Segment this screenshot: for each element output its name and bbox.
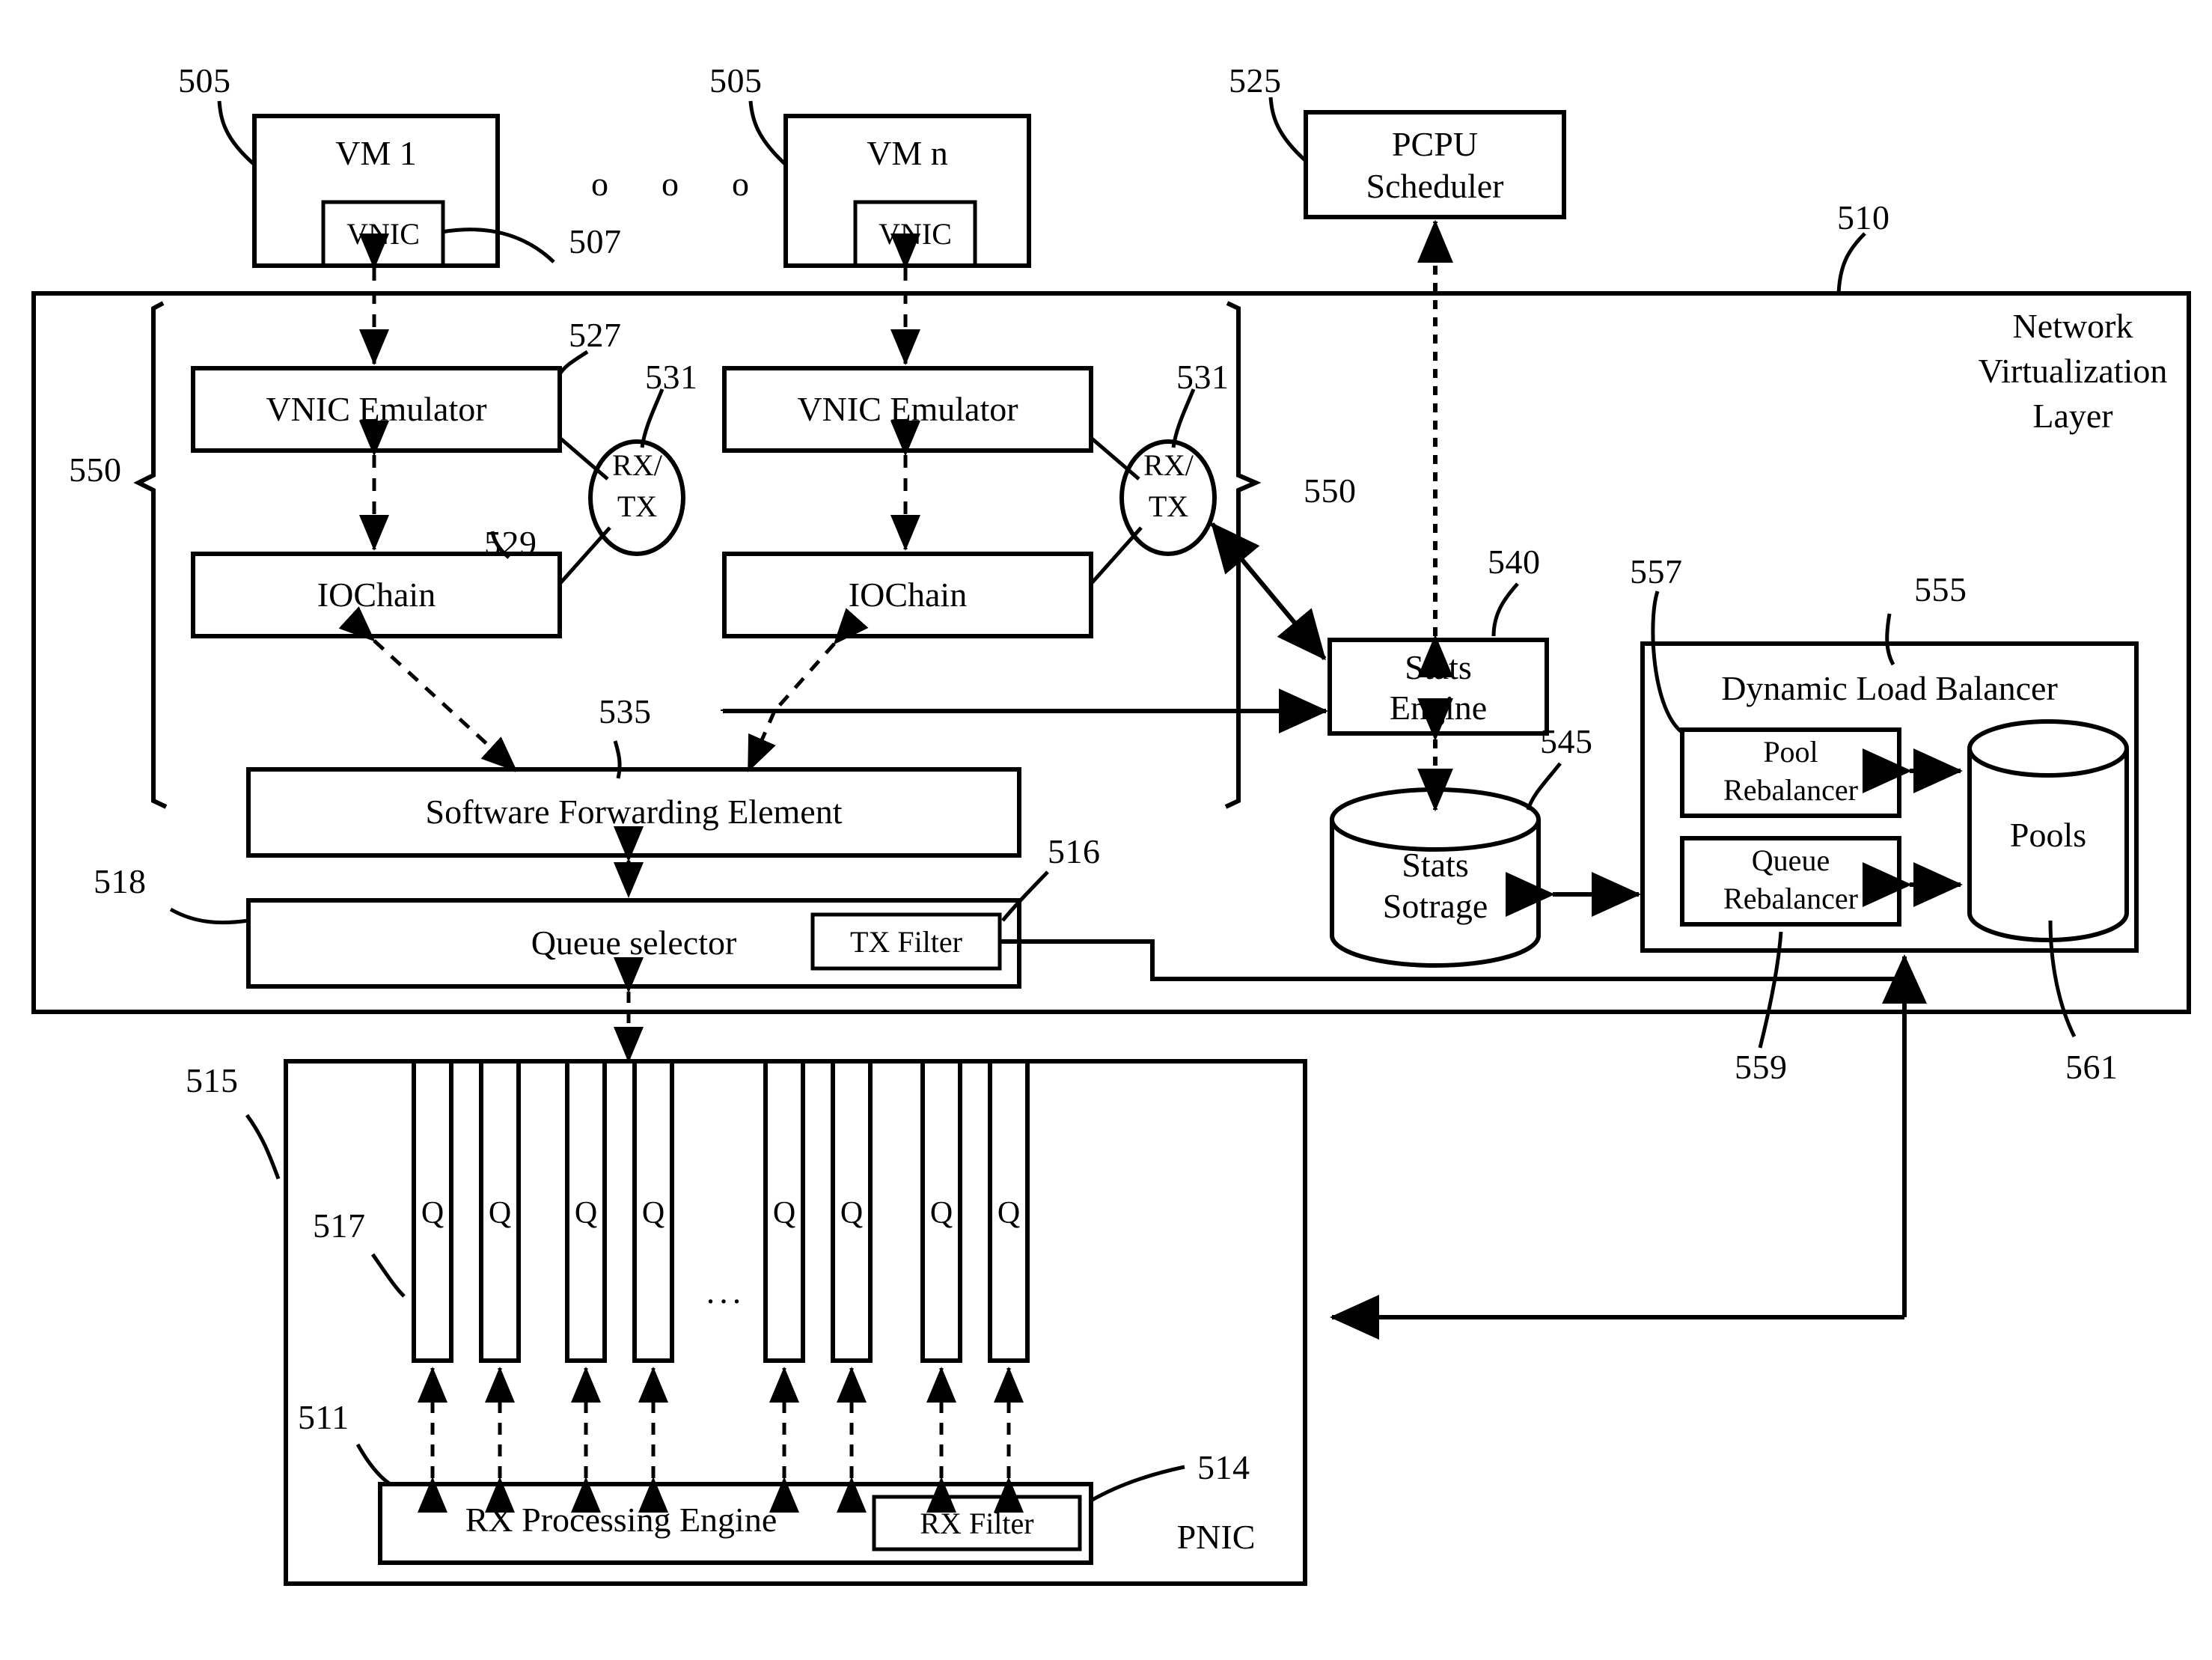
ref-531-rxtx-2: 531: [1176, 358, 1229, 396]
rxtx-1-line1: RX/: [612, 448, 662, 482]
rx-filter-label: RX Filter: [920, 1506, 1034, 1540]
queue-letter: Q: [421, 1196, 444, 1230]
vmn-vnic-label: VNIC: [879, 216, 952, 251]
ref-550-bracket-left: 550: [69, 451, 122, 489]
ref-507-vnic: 507: [569, 222, 622, 260]
nvl-title-line2: Virtualization: [1978, 352, 2168, 390]
pools-cylinder-top: [1967, 719, 2129, 778]
nvl-title-line1: Network: [2012, 307, 2133, 345]
iochain-1-label: IOChain: [317, 576, 436, 614]
queue-letter: Q: [840, 1196, 864, 1230]
queue-letter: Q: [772, 1196, 796, 1230]
ref-557-dlb-inner: 557: [1630, 552, 1683, 591]
vm1-vnic-label: VNIC: [346, 216, 420, 251]
rx-processing-engine-label: RX Processing Engine: [465, 1501, 777, 1539]
queue-letter: Q: [997, 1196, 1021, 1230]
ref-527-emulator: 527: [569, 316, 622, 354]
pools-label: Pools: [2009, 816, 2087, 854]
tx-filter-label: TX Filter: [850, 924, 962, 959]
queue-rebalancer-line1: Queue: [1751, 843, 1830, 877]
stats-storage-line2: Sotrage: [1382, 887, 1488, 925]
rxtx-1-line2: TX: [617, 489, 658, 523]
ref-515-pnic: 515: [186, 1061, 239, 1099]
ref-561-pools: 561: [2065, 1048, 2118, 1086]
stats-engine-line2: Engine: [1389, 689, 1488, 727]
pool-rebalancer-line2: Rebalancer: [1723, 773, 1858, 807]
ref-516-tx-filter: 516: [1048, 832, 1101, 870]
queue-letter: Q: [641, 1196, 665, 1230]
ref-559-queue-rebalancer: 559: [1735, 1048, 1788, 1086]
vnic-emulator-1-label: VNIC Emulator: [266, 390, 487, 429]
rxtx-2-line1: RX/: [1143, 448, 1194, 482]
ref-540-stats-engine: 540: [1488, 543, 1541, 581]
ref-511-rx-engine: 511: [298, 1398, 349, 1436]
vm1-title: VM 1: [335, 134, 417, 173]
nvl-title-line3: Layer: [2032, 397, 2113, 435]
pool-rebalancer-line1: Pool: [1763, 735, 1818, 769]
ref-514-rx-filter: 514: [1197, 1448, 1250, 1486]
patent-figure: VM 1 VNIC 505 507 o o o VM n VNIC 505 PC…: [0, 0, 2212, 1660]
pcpu-scheduler-line1: PCPU: [1391, 125, 1479, 163]
ref-510-nvl: 510: [1837, 198, 1890, 237]
ref-545-stats-storage: 545: [1540, 722, 1593, 760]
stats-engine-line1: Stats: [1405, 648, 1472, 686]
vnic-emulator-2-label: VNIC Emulator: [797, 390, 1018, 429]
ref-518-queue-selector: 518: [94, 862, 147, 900]
ref-505-vmn: 505: [709, 61, 763, 100]
ref-517-queue: 517: [313, 1206, 366, 1245]
iochain-2-label: IOChain: [848, 576, 968, 614]
pnic-label: PNIC: [1176, 1518, 1256, 1556]
ref-555-dlb: 555: [1914, 570, 1967, 608]
queue-ellipsis: ...: [706, 1272, 746, 1310]
queue-letter: Q: [488, 1196, 512, 1230]
dlb-title: Dynamic Load Balancer: [1721, 669, 2058, 708]
ref-531-rxtx-1: 531: [645, 358, 698, 396]
ref-505-vm1: 505: [178, 61, 231, 100]
pcpu-scheduler-line2: Scheduler: [1366, 167, 1504, 205]
rxtx-2-line2: TX: [1148, 489, 1189, 523]
vm-ellipsis: o o o: [591, 165, 761, 203]
ref-525-pcpu: 525: [1229, 61, 1282, 100]
sfe-label: Software Forwarding Element: [425, 793, 843, 831]
queue-letter: Q: [574, 1196, 598, 1230]
vmn-title: VM n: [867, 134, 948, 173]
queue-letter: Q: [929, 1196, 953, 1230]
ref-550-bracket-right: 550: [1304, 472, 1357, 510]
ref-529-iochain: 529: [484, 524, 537, 562]
queue-rebalancer-line2: Rebalancer: [1723, 882, 1858, 915]
ref-535-sfe: 535: [599, 692, 652, 730]
stats-storage-line1: Stats: [1402, 846, 1469, 884]
